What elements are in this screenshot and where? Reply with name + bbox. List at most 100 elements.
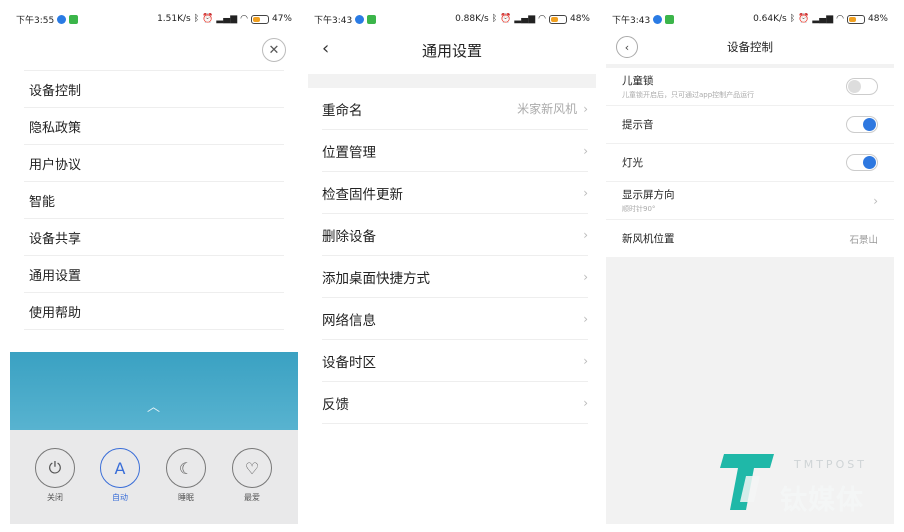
chevron-right-icon: ›: [583, 395, 588, 410]
wifi-icon: ◠: [240, 13, 248, 24]
signal-icon: ▂▄▆: [216, 13, 238, 24]
battery-icon: [250, 14, 269, 24]
settings-item-label: 检查固件更新: [322, 186, 403, 203]
settings-item-firmware[interactable]: 检查固件更新 ›: [322, 172, 588, 214]
control-item-description: 顺时针90°: [622, 205, 656, 213]
page-header: ‹ 通用设置: [308, 30, 596, 70]
network-speed: 0.88K/s: [455, 14, 489, 24]
app-notification-icon: [57, 14, 67, 24]
page-title: 通用设置: [421, 41, 482, 60]
network-speed: 1.51K/s: [157, 14, 191, 24]
mode-label: 自动: [112, 493, 128, 502]
control-list: 儿童锁 儿童锁开启后，只可通过app控制产品运行 提示音 灯光 显示屏方向 顺时…: [606, 68, 894, 257]
bluetooth-icon: ᛒ: [491, 13, 498, 24]
child-lock-toggle[interactable]: [846, 78, 878, 95]
mode-label: 睡眠: [178, 493, 194, 502]
menu-item-device-sharing[interactable]: 设备共享: [24, 218, 284, 255]
chevron-right-icon: ›: [583, 101, 588, 116]
mode-label: 关闭: [47, 493, 63, 502]
app-notification-icon-2: [665, 14, 675, 24]
control-item-child-lock: 儿童锁 儿童锁开启后，只可通过app控制产品运行: [606, 68, 894, 106]
app-notification-icon-2: [367, 14, 377, 24]
mode-favorite[interactable]: ♡ 最爱: [232, 448, 272, 503]
mode-label: 最爱: [244, 493, 260, 502]
menu-item-device-control[interactable]: 设备控制: [24, 70, 284, 107]
control-item-location[interactable]: 新风机位置 石景山: [606, 220, 894, 257]
wifi-icon: ◠: [538, 13, 546, 24]
mode-sleep[interactable]: ☾ 睡眠: [166, 448, 206, 503]
control-item-value: 石景山: [849, 234, 878, 246]
close-icon[interactable]: ✕: [262, 38, 286, 62]
control-item-label: 儿童锁: [622, 75, 654, 87]
mode-off[interactable]: ⏻ 关闭: [35, 448, 75, 503]
chevron-right-icon: ›: [873, 193, 878, 208]
control-item-label: 新风机位置: [622, 233, 675, 245]
control-item-label: 提示音: [622, 119, 654, 131]
chevron-right-icon: ›: [583, 185, 588, 200]
moon-icon[interactable]: ☾: [166, 448, 206, 488]
signal-icon: ▂▄▆: [812, 13, 834, 24]
settings-item-feedback[interactable]: 反馈 ›: [322, 382, 588, 424]
settings-item-label: 删除设备: [322, 228, 376, 245]
status-time: 下午3:55: [16, 15, 55, 26]
alarm-icon: ⏰: [202, 13, 214, 24]
status-time: 下午3:43: [612, 15, 651, 26]
control-item-light: 灯光: [606, 144, 894, 182]
tmtpost-logo: TMTPOST 钛媒体: [716, 446, 896, 526]
sound-toggle[interactable]: [846, 116, 878, 133]
chevron-up-icon[interactable]: ︿: [147, 396, 160, 415]
back-arrow-icon[interactable]: ‹: [322, 38, 329, 59]
alarm-icon: ⏰: [500, 13, 512, 24]
menu-item-general-settings[interactable]: 通用设置: [24, 255, 284, 292]
network-speed: 0.64K/s: [753, 14, 787, 24]
settings-item-shortcut[interactable]: 添加桌面快捷方式 ›: [322, 256, 588, 298]
bluetooth-icon: ᛒ: [789, 13, 796, 24]
settings-item-location[interactable]: 位置管理 ›: [322, 130, 588, 172]
chevron-right-icon: ›: [583, 353, 588, 368]
menu-list: 设备控制 隐私政策 用户协议 智能 设备共享 通用设置 使用帮助: [24, 70, 284, 330]
general-settings-screen: 下午3:43 0.88K/s ᛒ ⏰ ▂▄▆ ◠ 48% ‹ 通用设置 重命名 …: [308, 8, 596, 524]
battery-icon: [548, 14, 567, 24]
device-background: [10, 352, 298, 430]
settings-item-label: 位置管理: [322, 144, 376, 161]
settings-item-timezone[interactable]: 设备时区 ›: [322, 340, 588, 382]
status-time: 下午3:43: [314, 15, 353, 26]
control-item-label: 灯光: [622, 157, 643, 169]
power-icon[interactable]: ⏻: [35, 448, 75, 488]
control-item-sound: 提示音: [606, 106, 894, 144]
page-header: ‹ 设备控制: [606, 30, 894, 64]
auto-mode-icon[interactable]: A: [100, 448, 140, 488]
heart-icon[interactable]: ♡: [232, 448, 272, 488]
settings-item-network[interactable]: 网络信息 ›: [322, 298, 588, 340]
bluetooth-icon: ᛒ: [193, 13, 200, 24]
control-item-label: 显示屏方向: [622, 189, 675, 201]
section-divider: [308, 74, 596, 88]
menu-item-privacy-policy[interactable]: 隐私政策: [24, 107, 284, 144]
chevron-right-icon: ›: [583, 143, 588, 158]
chevron-right-icon: ›: [583, 311, 588, 326]
light-toggle[interactable]: [846, 154, 878, 171]
mode-auto[interactable]: A 自动: [100, 448, 140, 503]
menu-item-help[interactable]: 使用帮助: [24, 292, 284, 330]
settings-item-value: 米家新风机: [517, 102, 578, 116]
settings-item-label: 反馈: [322, 396, 349, 413]
status-bar: 下午3:43 0.64K/s ᛒ ⏰ ▂▄▆ ◠ 48%: [606, 8, 894, 30]
menu-item-user-agreement[interactable]: 用户协议: [24, 144, 284, 181]
back-arrow-icon[interactable]: ‹: [616, 36, 638, 58]
settings-item-rename[interactable]: 重命名 米家新风机 ›: [322, 88, 588, 130]
chevron-right-icon: ›: [583, 227, 588, 242]
battery-percent: 48%: [867, 14, 888, 24]
battery-percent: 48%: [569, 14, 590, 24]
control-item-display-direction[interactable]: 显示屏方向 顺时针90° ›: [606, 182, 894, 220]
battery-icon: [846, 14, 865, 24]
chevron-right-icon: ›: [583, 269, 588, 284]
settings-item-label: 网络信息: [322, 312, 376, 329]
tmtpost-logo-mark-icon: [720, 454, 774, 510]
menu-header: ✕: [10, 30, 298, 70]
logo-chinese: 钛媒体: [780, 485, 864, 516]
status-bar: 下午3:55 1.51K/s ᛒ ⏰ ▂▄▆ ◠ 47%: [10, 8, 298, 30]
logo-english: TMTPOST: [794, 458, 867, 471]
menu-item-smart[interactable]: 智能: [24, 181, 284, 218]
settings-item-delete[interactable]: 删除设备 ›: [322, 214, 588, 256]
page-title: 设备控制: [727, 40, 773, 54]
